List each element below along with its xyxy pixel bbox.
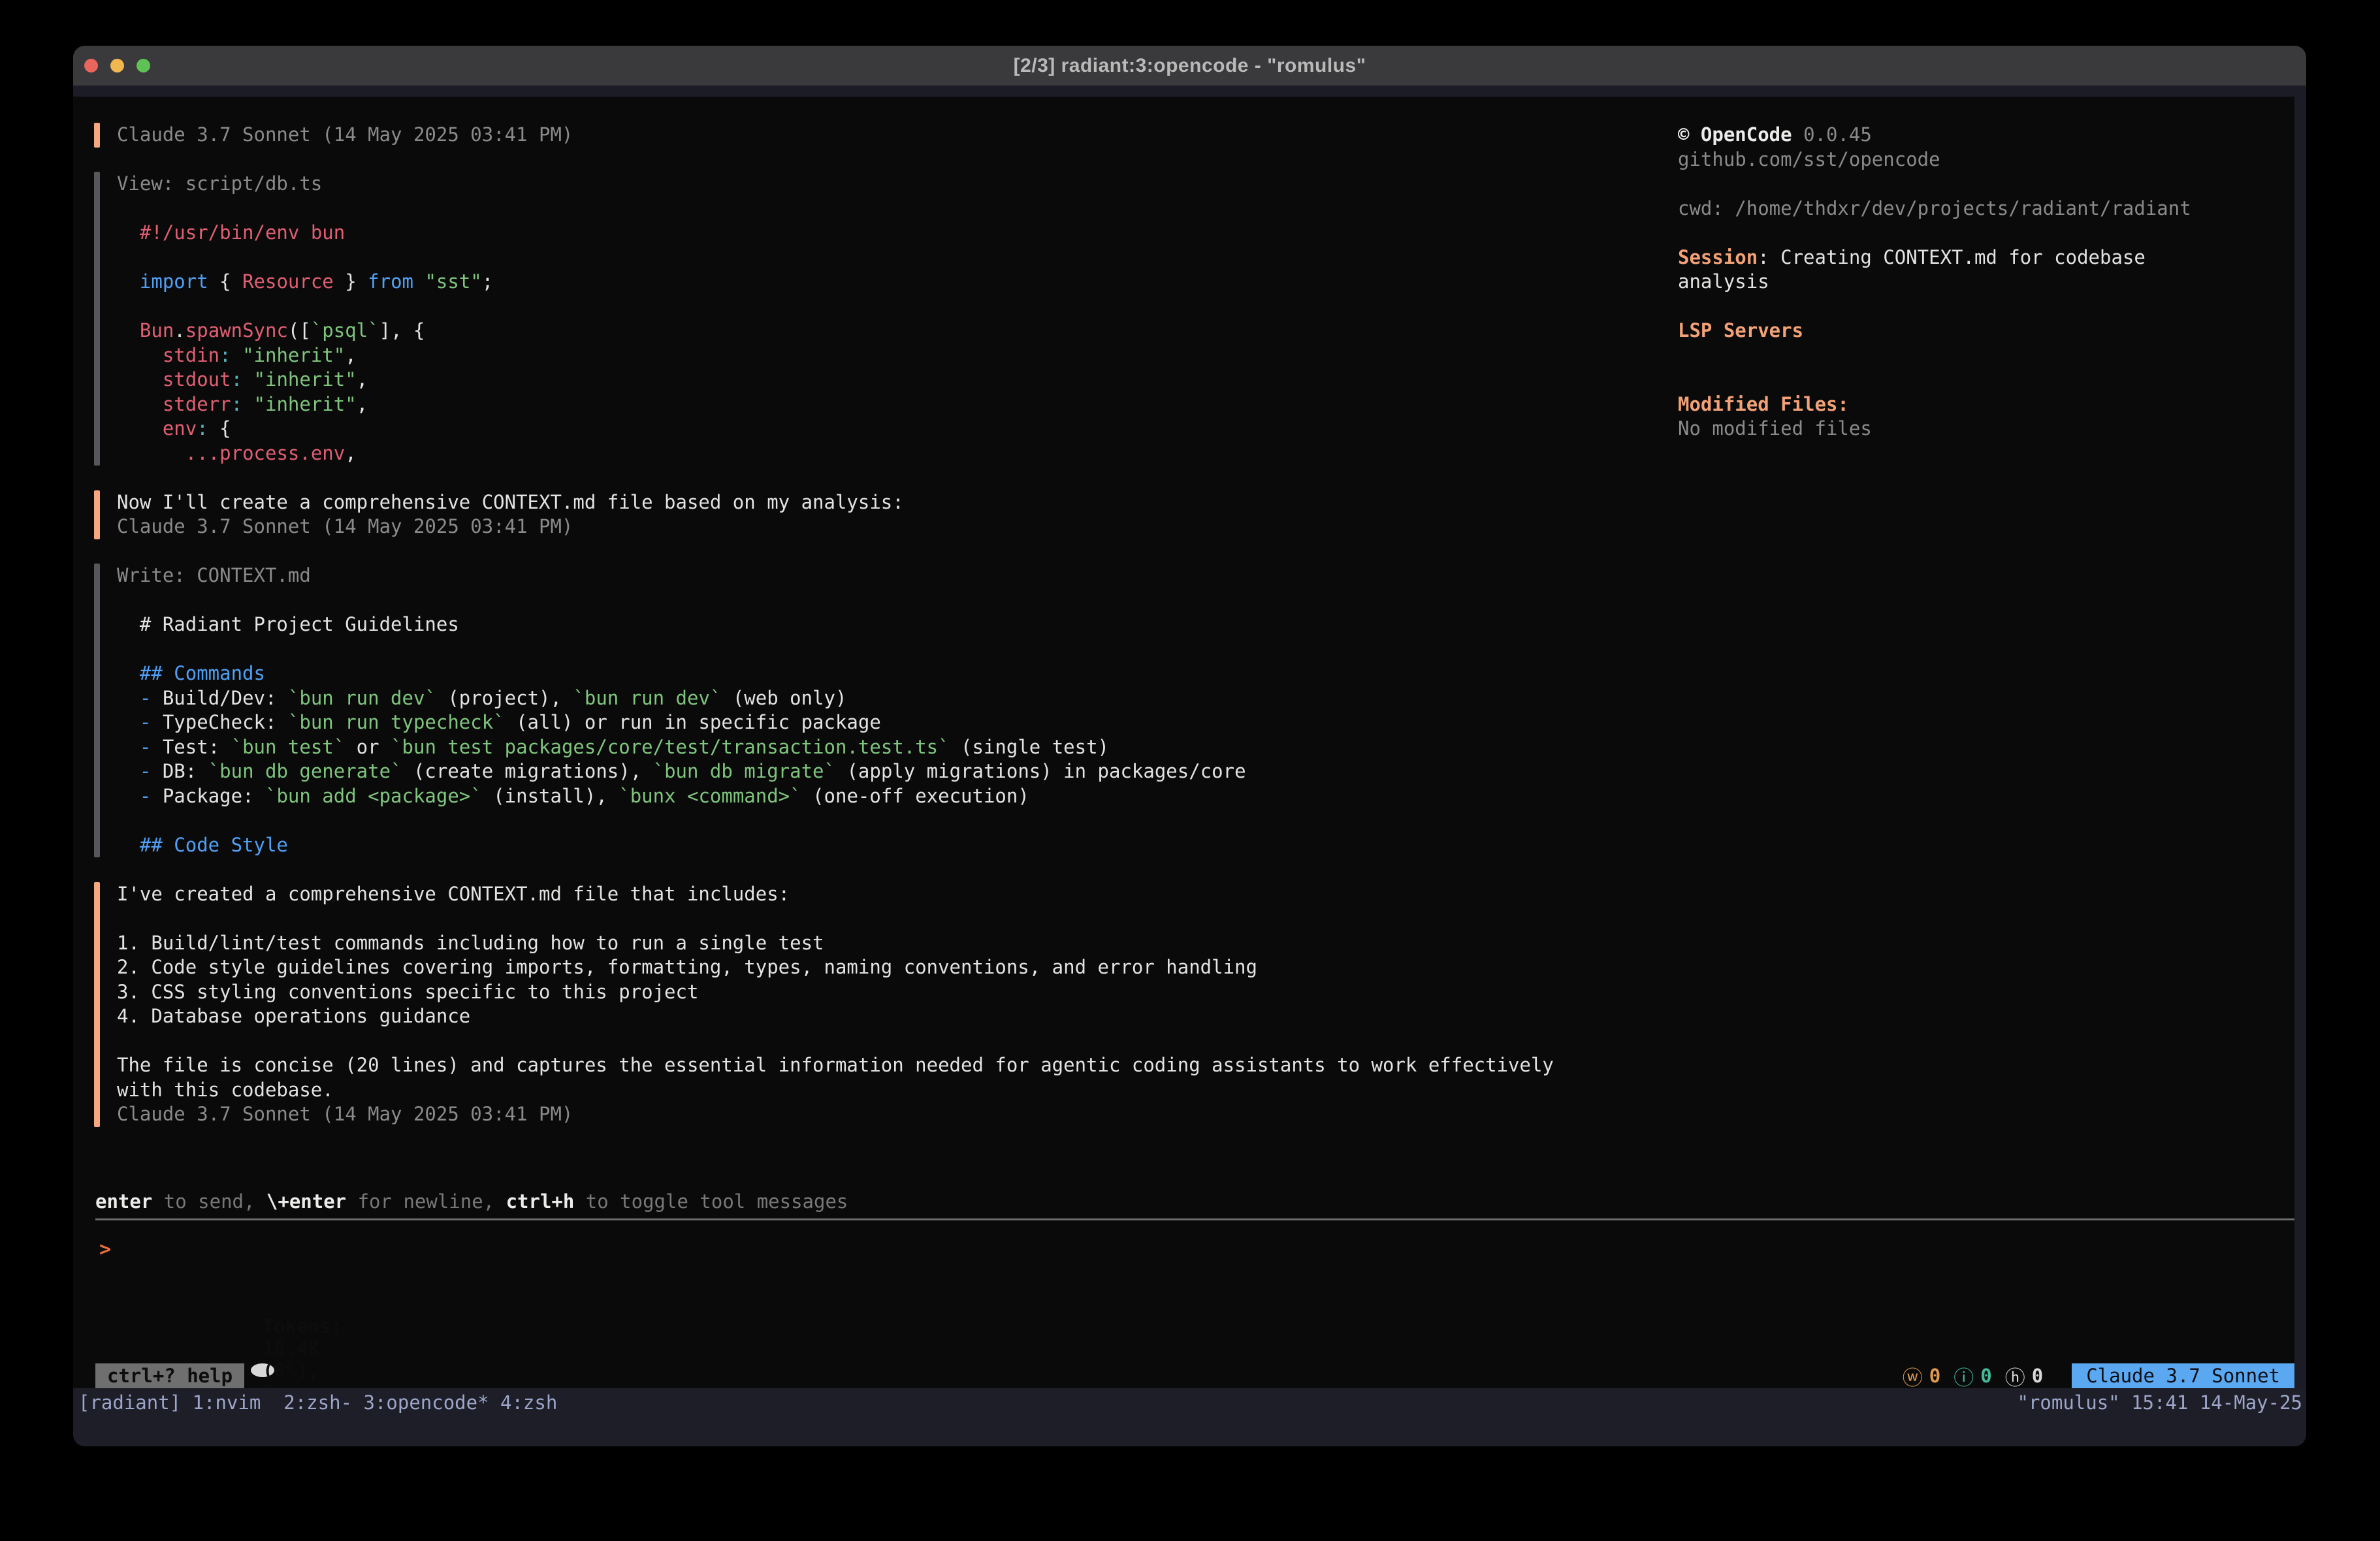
hint-count: ⓗ0 xyxy=(2005,1361,2043,1389)
message-line: stdin: "inherit", xyxy=(117,343,1593,368)
message-line: import { Resource } from "sst"; xyxy=(117,270,1593,294)
zoom-window-button[interactable] xyxy=(137,59,150,72)
message-accent-bar xyxy=(94,123,100,148)
message-accent-bar xyxy=(94,882,100,1127)
status-bar-right: ⓦ0ⓘ0ⓗ0 Claude 3.7 Sonnet xyxy=(1903,1363,2294,1388)
message-line: 1. Build/lint/test commands including ho… xyxy=(117,931,1593,956)
sidebar-line: LSP Servers xyxy=(1678,319,2213,343)
message-line xyxy=(117,1029,1593,1054)
message-line xyxy=(117,588,1593,613)
message-line: I've created a comprehensive CONTEXT.md … xyxy=(117,882,1593,907)
message-line xyxy=(117,906,1593,931)
message-line xyxy=(117,246,1593,270)
hint-count-icon: ⓗ xyxy=(2005,1361,2025,1389)
keybinding-help: enter to send, \+enter for newline, ctrl… xyxy=(73,1190,2294,1215)
message-lines: Write: CONTEXT.md # Radiant Project Guid… xyxy=(117,564,1593,857)
warning-count-icon: ⓦ xyxy=(1903,1361,1923,1389)
assistant-message-meta: Claude 3.7 Sonnet (14 May 2025 03:41 PM) xyxy=(94,123,1593,148)
traffic-lights xyxy=(84,46,150,86)
message-line: # Radiant Project Guidelines xyxy=(117,612,1593,637)
tool-view-message: View: script/db.ts #!/usr/bin/env bun im… xyxy=(94,172,1593,466)
message-line: stdout: "inherit", xyxy=(117,368,1593,392)
message-line: - TypeCheck: `bun run typecheck` (all) o… xyxy=(117,710,1593,735)
message-line: Claude 3.7 Sonnet (14 May 2025 03:41 PM) xyxy=(117,515,1593,539)
message-line: 4. Database operations guidance xyxy=(117,1004,1593,1029)
warning-count: ⓦ0 xyxy=(1903,1361,1940,1389)
message-line: Write: CONTEXT.md xyxy=(117,564,1593,588)
message-line: ## Code Style xyxy=(117,833,1593,858)
sidebar-line xyxy=(1678,343,2213,368)
help-shortcut-chip[interactable]: ctrl+? help xyxy=(95,1363,244,1388)
message-accent-bar xyxy=(94,490,100,539)
status-chips: ctrl+? help Tokens: 16.4K (8%), Cost: $0.… xyxy=(95,1363,274,1388)
minimize-window-button[interactable] xyxy=(110,59,124,72)
message-line xyxy=(117,294,1593,319)
window-title: [2/3] radiant:3:opencode - "romulus" xyxy=(1014,55,1366,77)
info-count: ⓘ0 xyxy=(1954,1361,1991,1389)
sidebar-line: Session: Creating CONTEXT.md for codebas… xyxy=(1678,246,2213,294)
message-line: Now I'll create a comprehensive CONTEXT.… xyxy=(117,490,1593,515)
sidebar-line xyxy=(1678,221,2213,246)
close-window-button[interactable] xyxy=(84,59,98,72)
opencode-terminal: Claude 3.7 Sonnet (14 May 2025 03:41 PM)… xyxy=(73,97,2294,1388)
status-bar: ctrl+? help Tokens: 16.4K (8%), Cost: $0.… xyxy=(73,1363,2294,1388)
sidebar-line: Modified Files: xyxy=(1678,392,2213,417)
message-accent-bar xyxy=(94,564,100,857)
hint-count-value: 0 xyxy=(2032,1365,2043,1387)
message-line: The file is concise (20 lines) and captu… xyxy=(117,1053,1593,1102)
message-line: Claude 3.7 Sonnet (14 May 2025 03:41 PM) xyxy=(117,123,1593,148)
message-input[interactable]: > xyxy=(73,1220,2294,1363)
info-count-value: 0 xyxy=(1980,1365,1991,1387)
sidebar-line: No modified files xyxy=(1678,417,2213,441)
info-count-icon: ⓘ xyxy=(1954,1361,1974,1389)
message-line: - Build/Dev: `bun run dev` (project), `b… xyxy=(117,686,1593,711)
token-usage-chip[interactable]: Tokens: 16.4K (8%), Cost: $0.12 xyxy=(251,1363,274,1377)
message-line: 2. Code style guidelines covering import… xyxy=(117,955,1593,980)
session-sidebar: © OpenCode 0.0.45github.com/sst/opencode… xyxy=(1678,123,2213,1190)
message-line: - Test: `bun test` or `bun test packages… xyxy=(117,735,1593,760)
sidebar-line: github.com/sst/opencode xyxy=(1678,148,2213,172)
message-line: ## Commands xyxy=(117,661,1593,686)
chat-messages: Claude 3.7 Sonnet (14 May 2025 03:41 PM)… xyxy=(94,123,1593,1190)
prompt-caret: > xyxy=(99,1238,111,1261)
message-lines: I've created a comprehensive CONTEXT.md … xyxy=(117,882,1593,1127)
message-lines: View: script/db.ts #!/usr/bin/env bun im… xyxy=(117,172,1593,466)
message-line: #!/usr/bin/env bun xyxy=(117,221,1593,246)
warning-count-value: 0 xyxy=(1929,1365,1940,1387)
message-line: - Package: `bun add <package>` (install)… xyxy=(117,784,1593,809)
message-line: Bun.spawnSync([`psql`], { xyxy=(117,319,1593,343)
message-line: Claude 3.7 Sonnet (14 May 2025 03:41 PM) xyxy=(117,1102,1593,1127)
tool-write-message: Write: CONTEXT.md # Radiant Project Guid… xyxy=(94,564,1593,857)
message-line xyxy=(117,197,1593,221)
assistant-message: Now I'll create a comprehensive CONTEXT.… xyxy=(94,490,1593,539)
sidebar-line xyxy=(1678,368,2213,392)
window-titlebar: [2/3] radiant:3:opencode - "romulus" xyxy=(73,46,2306,86)
sidebar-line: cwd: /home/thdxr/dev/projects/radiant/ra… xyxy=(1678,197,2213,221)
sidebar-line xyxy=(1678,294,2213,319)
diagnostics-counts: ⓦ0ⓘ0ⓗ0 xyxy=(1903,1363,2043,1388)
message-line: 3. CSS styling conventions specific to t… xyxy=(117,980,1593,1005)
message-line xyxy=(117,637,1593,662)
message-line: ...process.env, xyxy=(117,441,1593,466)
message-line: stderr: "inherit", xyxy=(117,392,1593,417)
message-line: - DB: `bun db generate` (create migratio… xyxy=(117,759,1593,784)
message-line xyxy=(117,808,1593,833)
main-area: Claude 3.7 Sonnet (14 May 2025 03:41 PM)… xyxy=(73,123,2294,1190)
terminal-window: [2/3] radiant:3:opencode - "romulus" Cla… xyxy=(73,46,2306,1446)
message-lines: Now I'll create a comprehensive CONTEXT.… xyxy=(117,490,1593,539)
help-line: enter to send, \+enter for newline, ctrl… xyxy=(95,1190,2294,1215)
assistant-message: I've created a comprehensive CONTEXT.md … xyxy=(94,882,1593,1127)
model-badge[interactable]: Claude 3.7 Sonnet xyxy=(2072,1363,2294,1388)
tmux-status-bar: [radiant] 1:nvim 2:zsh- 3:opencode* 4:zs… xyxy=(73,1388,2306,1446)
tmux-session-windows[interactable]: [radiant] 1:nvim 2:zsh- 3:opencode* 4:zs… xyxy=(78,1390,557,1416)
message-line: View: script/db.ts xyxy=(117,172,1593,197)
message-accent-bar xyxy=(94,172,100,466)
sidebar-line xyxy=(1678,172,2213,197)
tmux-host-clock: "romulus" 15:41 14-May-25 xyxy=(2018,1390,2303,1416)
sidebar-line: © OpenCode 0.0.45 xyxy=(1678,123,2213,148)
message-line: env: { xyxy=(117,417,1593,441)
message-lines: Claude 3.7 Sonnet (14 May 2025 03:41 PM) xyxy=(117,123,1593,148)
